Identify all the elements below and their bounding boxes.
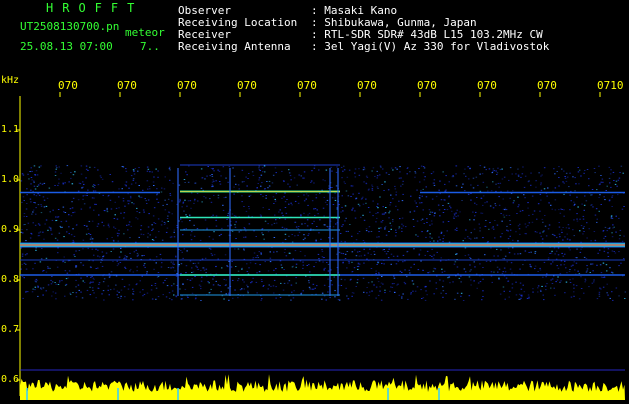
y-tick-label: 0.7 bbox=[1, 324, 20, 335]
y-tick-label: 0.6 bbox=[1, 374, 20, 385]
x-tick-label: 070 bbox=[357, 79, 377, 92]
y-tick-label: 0.8 bbox=[1, 274, 20, 285]
y-tick-label: 1.0 bbox=[1, 174, 20, 185]
y-tick-label: 0.9 bbox=[1, 224, 20, 235]
file-tag: meteor bbox=[125, 26, 165, 39]
x-tick-label: 070 bbox=[177, 79, 197, 92]
power-trace bbox=[20, 374, 625, 400]
info-antenna-value: : 3el Yagi(V) Az 330 for Vladivostok bbox=[311, 40, 550, 53]
x-tick-label: 0710 bbox=[597, 79, 624, 92]
file-time: 25.08.13 07:00 bbox=[20, 40, 113, 53]
x-tick-label: 070 bbox=[237, 79, 257, 92]
x-tick-label: 070 bbox=[477, 79, 497, 92]
x-tick-label: 070 bbox=[58, 79, 78, 92]
y-tick-label: 1.1 bbox=[1, 124, 20, 135]
x-tick-label: 070 bbox=[297, 79, 317, 92]
spectrogram-canvas bbox=[16, 92, 627, 400]
app-brand: HROFFT bbox=[46, 1, 144, 15]
y-axis-unit: kHz bbox=[1, 75, 20, 86]
noise-field bbox=[20, 165, 627, 301]
file-extra: 7.. bbox=[140, 40, 160, 53]
info-antenna-label: Receiving Antenna bbox=[178, 40, 291, 53]
x-tick-label: 070 bbox=[117, 79, 137, 92]
file-name: UT2508130700.pn bbox=[20, 20, 120, 33]
spectrogram-plot bbox=[0, 0, 629, 400]
x-tick-label: 070 bbox=[417, 79, 437, 92]
x-tick-label: 070 bbox=[537, 79, 557, 92]
